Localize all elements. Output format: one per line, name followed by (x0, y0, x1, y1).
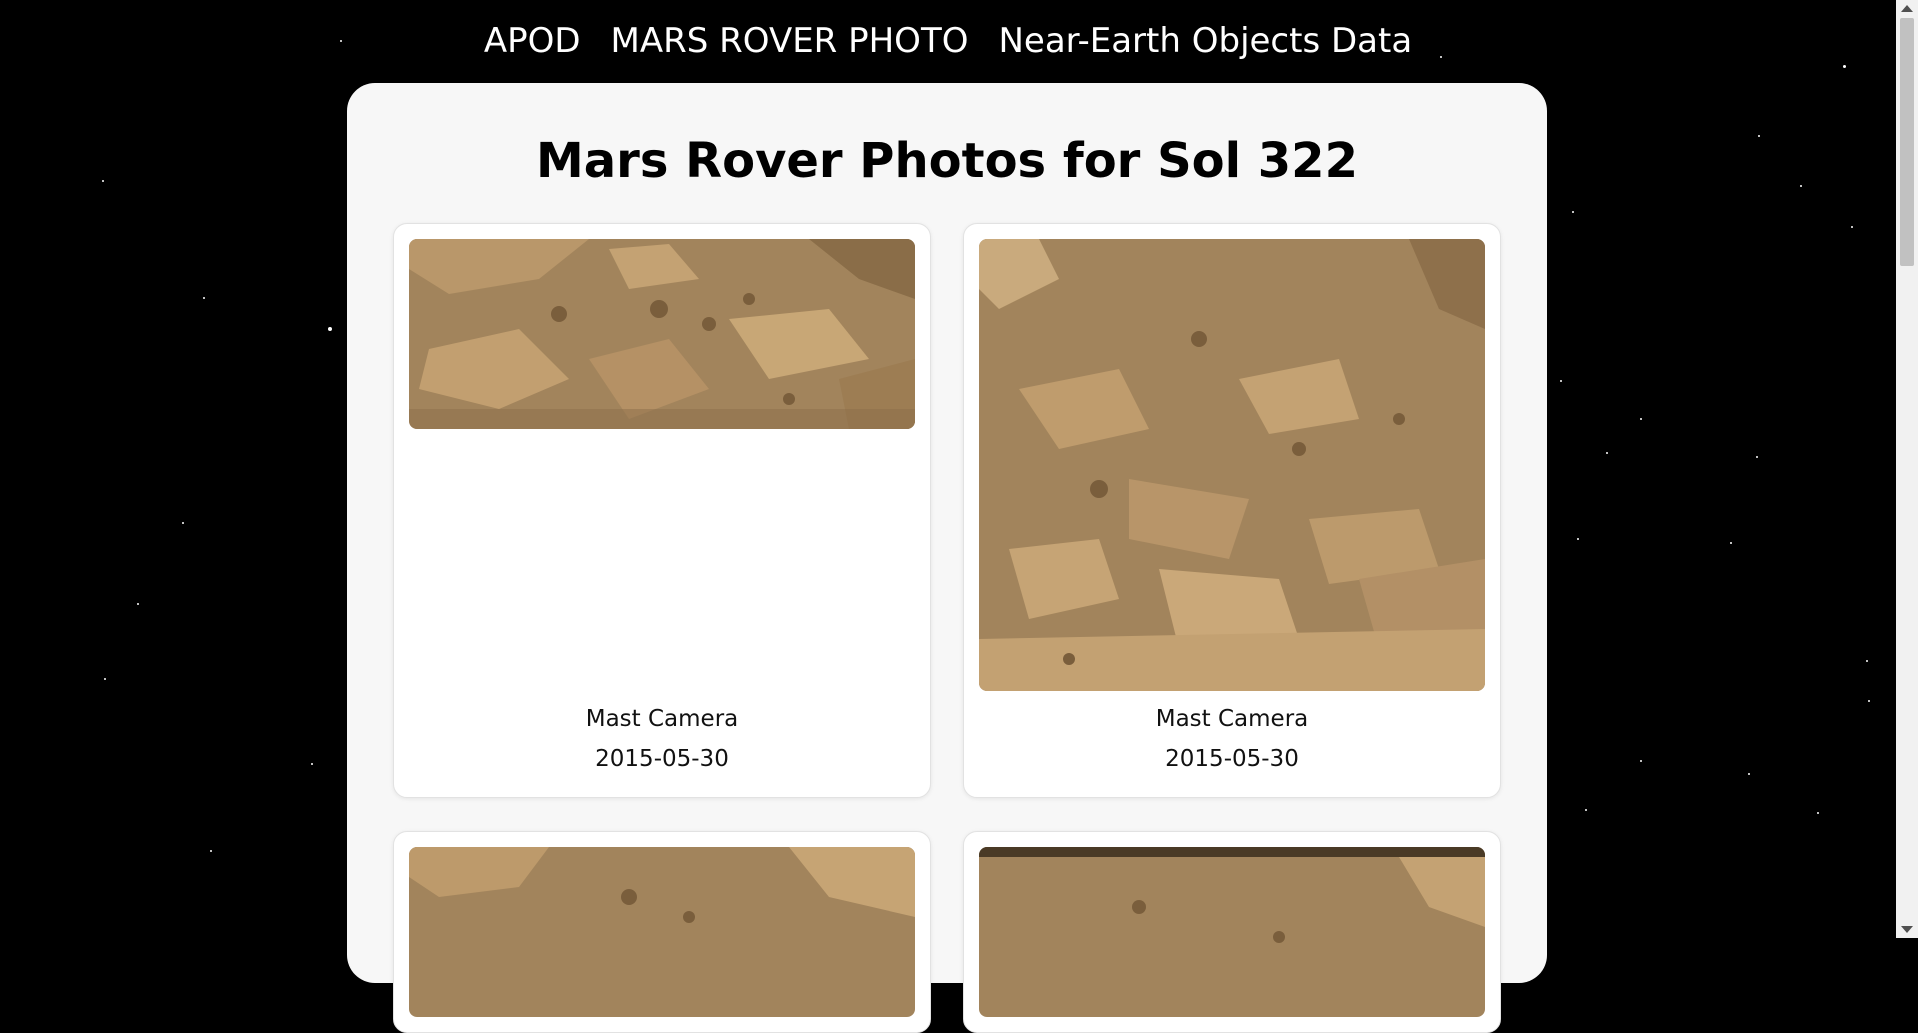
scroll-down-icon[interactable] (1901, 926, 1913, 933)
scroll-up-icon[interactable] (1901, 5, 1913, 12)
scrollbar-thumb[interactable] (1900, 18, 1914, 266)
photo-card[interactable] (963, 831, 1501, 1033)
mars-terrain-photo[interactable] (979, 239, 1485, 691)
photo-date: 2015-05-30 (595, 746, 729, 772)
top-navigation: APOD MARS ROVER PHOTO Near-Earth Objects… (0, 0, 1896, 82)
mars-terrain-photo[interactable] (409, 847, 915, 1017)
photo-card[interactable]: Mast Camera 2015-05-30 (393, 223, 931, 798)
photos-panel: Mars Rover Photos for Sol 322 Mast Camer… (347, 83, 1547, 1033)
photo-card[interactable]: Mast Camera 2015-05-30 (963, 223, 1501, 798)
photo-date: 2015-05-30 (1165, 746, 1299, 772)
camera-name: Mast Camera (585, 706, 739, 732)
nav-link-mars-rover-photo[interactable]: MARS ROVER PHOTO (611, 21, 969, 61)
nav-link-apod[interactable]: APOD (484, 21, 581, 61)
mars-terrain-photo[interactable] (409, 239, 915, 429)
photo-card[interactable] (393, 831, 931, 1033)
page-title: Mars Rover Photos for Sol 322 (536, 133, 1358, 189)
vertical-scrollbar[interactable] (1896, 0, 1918, 938)
camera-name: Mast Camera (1155, 706, 1309, 732)
nav-link-near-earth-objects[interactable]: Near-Earth Objects Data (998, 21, 1412, 61)
mars-terrain-photo[interactable] (979, 847, 1485, 1017)
